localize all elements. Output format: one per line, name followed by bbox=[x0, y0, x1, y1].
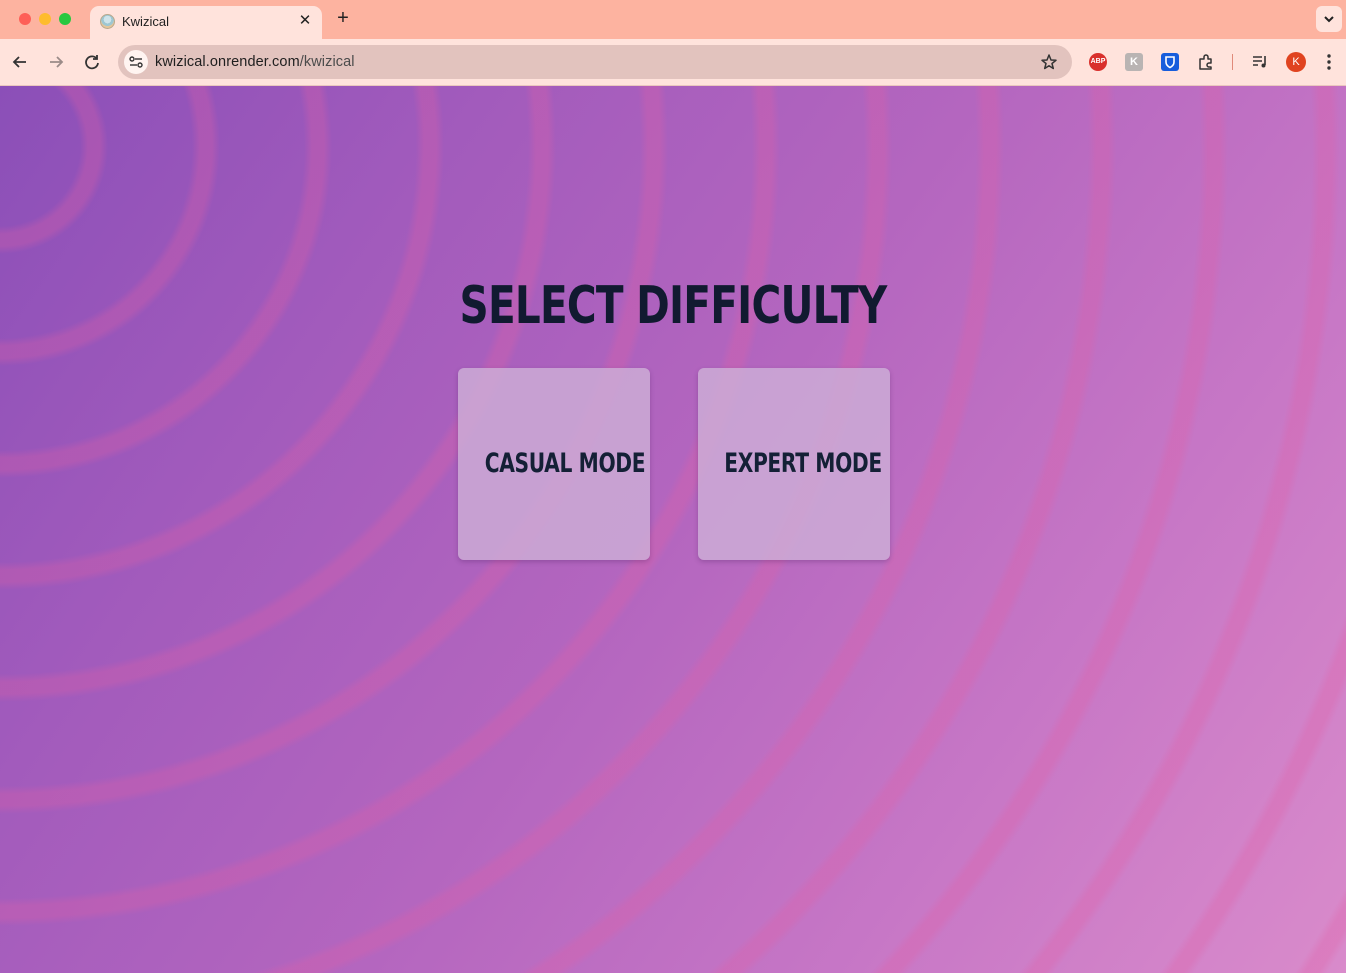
extensions-puzzle-icon[interactable] bbox=[1197, 53, 1215, 71]
page-title: Select Difficulty bbox=[459, 275, 888, 336]
page-viewport: Select Difficulty Casual Mode Expert Mod… bbox=[0, 86, 1346, 973]
site-favicon-icon bbox=[100, 14, 115, 29]
extension-k-icon[interactable]: K bbox=[1125, 53, 1143, 71]
forward-button[interactable] bbox=[45, 51, 67, 73]
back-button[interactable] bbox=[9, 51, 31, 73]
bitwarden-icon[interactable] bbox=[1161, 53, 1179, 71]
window-close-button[interactable] bbox=[19, 13, 31, 25]
window-minimize-button[interactable] bbox=[39, 13, 51, 25]
reload-button[interactable] bbox=[81, 51, 103, 73]
casual-mode-button[interactable]: Casual Mode bbox=[458, 368, 650, 560]
expert-mode-text: Expert Mode bbox=[724, 448, 882, 479]
browser-toolbar: kwizical.onrender.com/kwizical ABP K K bbox=[0, 39, 1346, 86]
site-info-button[interactable] bbox=[124, 50, 148, 74]
adblock-icon[interactable]: ABP bbox=[1089, 53, 1107, 71]
site-info-icon bbox=[129, 56, 143, 68]
tab-close-button[interactable]: ✕ bbox=[296, 12, 314, 30]
window-maximize-button[interactable] bbox=[59, 13, 71, 25]
tab-title: Kwizical bbox=[122, 14, 169, 29]
tab-strip: Kwizical ✕ + bbox=[0, 0, 1346, 39]
new-tab-button[interactable]: + bbox=[333, 8, 353, 28]
back-arrow-icon bbox=[12, 56, 26, 68]
forward-arrow-icon bbox=[50, 56, 64, 68]
profile-avatar[interactable]: K bbox=[1286, 52, 1306, 72]
casual-mode-label: Casual Mode bbox=[458, 448, 650, 479]
active-tab[interactable]: Kwizical ✕ bbox=[90, 6, 322, 39]
url-path: /kwizical bbox=[299, 54, 355, 70]
url-host: kwizical.onrender.com bbox=[155, 54, 300, 70]
expert-mode-button[interactable]: Expert Mode bbox=[698, 368, 890, 560]
expert-mode-label: Expert Mode bbox=[698, 448, 890, 479]
bitwarden-shield-icon bbox=[1165, 56, 1175, 69]
tab-list-chevron-icon bbox=[1324, 16, 1334, 23]
tab-list-button[interactable] bbox=[1316, 6, 1342, 32]
media-control-icon[interactable] bbox=[1251, 53, 1269, 71]
toolbar-separator bbox=[1232, 54, 1233, 70]
bookmark-star-icon[interactable] bbox=[1040, 53, 1058, 71]
casual-mode-text: Casual Mode bbox=[484, 448, 646, 479]
reload-icon bbox=[85, 55, 99, 70]
url-text[interactable]: kwizical.onrender.com/kwizical bbox=[155, 53, 355, 71]
more-menu-icon[interactable] bbox=[1320, 52, 1338, 72]
address-bar[interactable]: kwizical.onrender.com/kwizical bbox=[118, 45, 1072, 79]
